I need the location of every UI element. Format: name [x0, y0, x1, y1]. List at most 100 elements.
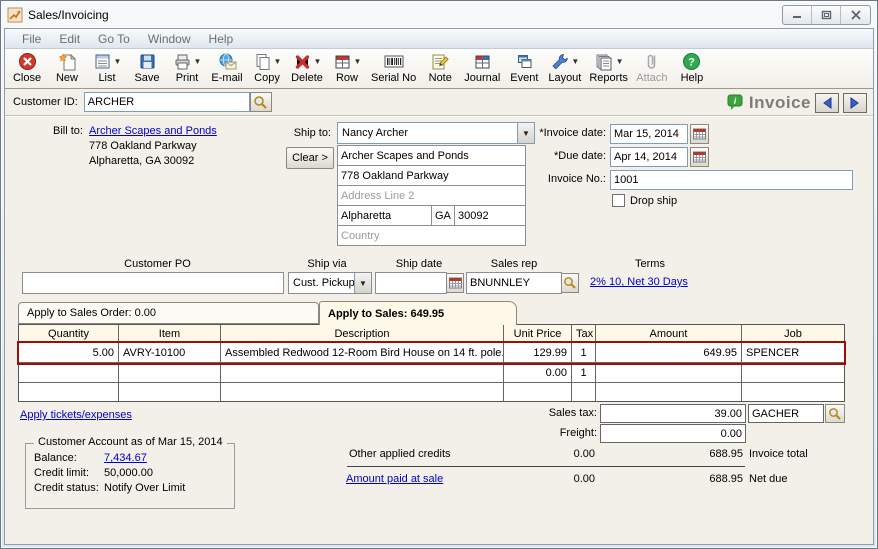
calendar-icon: [449, 277, 462, 289]
arrow-left-icon: [822, 97, 832, 109]
customer-account-panel: Customer Account as of Mar 15, 2014 Bala…: [25, 443, 235, 509]
row-button[interactable]: ▼ Row: [327, 50, 367, 88]
delete-dropdown-icon[interactable]: ▼: [314, 57, 322, 66]
save-icon: [138, 51, 157, 72]
chevron-down-icon[interactable]: ▼: [354, 273, 371, 293]
customer-id-label: Customer ID:: [13, 96, 78, 108]
due-date-label: *Due date:: [482, 150, 606, 162]
event-icon: [515, 51, 534, 72]
ship-to-state-field[interactable]: GA: [431, 205, 455, 226]
due-date-input[interactable]: Apr 14, 2014: [610, 147, 688, 167]
layout-dropdown-icon[interactable]: ▼: [571, 57, 579, 66]
table-row[interactable]: 0.00 1: [19, 363, 844, 383]
menu-file[interactable]: File: [13, 32, 50, 46]
bill-to-city-line: Alpharetta, GA 30092: [89, 155, 194, 167]
close-window-button[interactable]: [841, 6, 870, 24]
note-button[interactable]: Note: [420, 50, 460, 88]
list-button[interactable]: ▼ List: [87, 50, 127, 88]
table-row[interactable]: 5.00 AVRY-10100 Assembled Redwood 12-Roo…: [19, 343, 844, 363]
ship-date-input[interactable]: [375, 272, 447, 294]
next-record-button[interactable]: [843, 93, 867, 113]
new-document-icon: [58, 51, 77, 72]
row-icon: [333, 52, 352, 71]
ship-to-label: Ship to:: [257, 127, 331, 139]
layout-button[interactable]: ▼ Layout: [544, 50, 585, 88]
freight-input[interactable]: 0.00: [600, 424, 746, 443]
title-bar[interactable]: Sales/Invoicing: [1, 1, 877, 28]
ship-to-address2-field[interactable]: Address Line 2: [337, 185, 526, 206]
table-row[interactable]: [19, 383, 844, 401]
list-dropdown-icon[interactable]: ▼: [114, 57, 122, 66]
tab-apply-to-sales-order[interactable]: Apply to Sales Order: 0.00: [18, 302, 319, 324]
drop-ship-label: Drop ship: [630, 195, 677, 207]
invoice-form: Bill to: Archer Scapes and Ponds 778 Oak…: [5, 117, 873, 544]
menu-help[interactable]: Help: [200, 32, 243, 46]
svg-text:?: ?: [689, 57, 696, 69]
tab-apply-to-sales[interactable]: Apply to Sales: 649.95: [319, 301, 517, 325]
help-button[interactable]: ? Help: [672, 50, 712, 88]
ship-to-zip-field[interactable]: 30092: [454, 205, 526, 226]
sales-rep-lookup-button[interactable]: [561, 273, 579, 293]
ship-via-select[interactable]: Cust. Pickup ▼: [288, 272, 372, 294]
customer-po-input[interactable]: [22, 272, 284, 294]
customer-lookup-button[interactable]: [250, 92, 272, 112]
sales-rep-input[interactable]: BNUNNLEY: [466, 272, 562, 294]
journal-icon: [473, 51, 492, 72]
copy-icon: [253, 52, 272, 71]
ship-date-calendar-button[interactable]: [446, 273, 464, 293]
journal-button[interactable]: Journal: [460, 50, 504, 88]
terms-link[interactable]: 2% 10, Net 30 Days: [590, 276, 688, 288]
reports-button[interactable]: ▼ Reports: [585, 50, 632, 88]
menu-goto[interactable]: Go To: [89, 32, 139, 46]
save-button[interactable]: Save: [127, 50, 167, 88]
col-tax: Tax: [572, 325, 596, 343]
minimize-button[interactable]: [783, 6, 812, 24]
email-button[interactable]: E-mail: [207, 50, 247, 88]
due-date-calendar-button[interactable]: [690, 147, 709, 167]
app-window: Sales/Invoicing File Edit Go To Window H…: [0, 0, 878, 549]
ship-to-city-field[interactable]: Alpharetta: [337, 205, 432, 226]
menu-edit[interactable]: Edit: [50, 32, 89, 46]
other-applied-credits-label: Other applied credits: [349, 448, 451, 460]
restore-button[interactable]: [812, 6, 841, 24]
customer-id-input[interactable]: ARCHER: [84, 92, 250, 112]
bill-to-customer-link[interactable]: Archer Scapes and Ponds: [89, 125, 217, 137]
col-description: Description: [221, 325, 504, 343]
restore-icon: [821, 10, 832, 20]
menu-window[interactable]: Window: [139, 32, 200, 46]
apply-tickets-expenses-link[interactable]: Apply tickets/expenses: [20, 409, 132, 421]
previous-record-button[interactable]: [815, 93, 839, 113]
copy-button[interactable]: ▼ Copy: [247, 50, 287, 88]
sales-tax-lookup-button[interactable]: [825, 404, 845, 423]
reports-dropdown-icon[interactable]: ▼: [616, 57, 624, 66]
event-button[interactable]: Event: [504, 50, 544, 88]
drop-ship-checkbox[interactable]: [612, 194, 625, 207]
print-button[interactable]: ▼ Print: [167, 50, 207, 88]
serial-no-button[interactable]: Serial No: [367, 50, 420, 88]
sales-tax-code-field[interactable]: GACHER: [748, 404, 824, 423]
print-dropdown-icon[interactable]: ▼: [194, 57, 202, 66]
invoice-date-label: *Invoice date:: [482, 127, 606, 139]
close-button[interactable]: Close: [7, 50, 47, 88]
sales-tax-input[interactable]: 39.00: [600, 404, 746, 423]
invoice-date-input[interactable]: Mar 15, 2014: [610, 124, 688, 144]
amount-paid-at-sale-link[interactable]: Amount paid at sale: [346, 473, 443, 485]
customer-account-title: Customer Account as of Mar 15, 2014: [34, 436, 227, 448]
invoice-no-input[interactable]: 1001: [610, 170, 853, 190]
copy-dropdown-icon[interactable]: ▼: [274, 57, 282, 66]
bill-to-address1: 778 Oakland Parkway: [89, 140, 197, 152]
invoice-info-icon[interactable]: i: [727, 94, 745, 112]
col-unit-price: Unit Price: [504, 325, 572, 343]
new-button[interactable]: New: [47, 50, 87, 88]
totals-divider: [347, 466, 745, 467]
ship-to-country-field[interactable]: Country: [337, 225, 526, 246]
terms-label: Terms: [590, 258, 710, 270]
balance-link[interactable]: 7,434.67: [104, 452, 147, 464]
print-icon: [173, 52, 192, 71]
delete-button[interactable]: ▼ Delete: [287, 50, 327, 88]
row-dropdown-icon[interactable]: ▼: [354, 57, 362, 66]
delete-icon: [293, 52, 312, 71]
invoice-date-calendar-button[interactable]: [690, 124, 709, 144]
col-job: Job: [742, 325, 844, 343]
clear-ship-to-button[interactable]: Clear >: [286, 147, 334, 169]
